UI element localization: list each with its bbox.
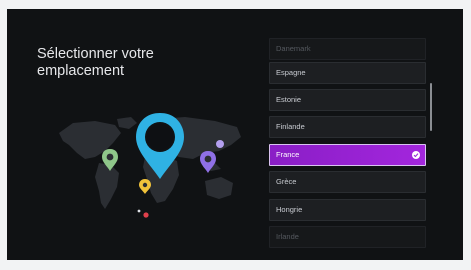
continent-greenland [117, 117, 137, 129]
country-item-hongrie[interactable]: Hongrie [269, 199, 426, 221]
country-label: Espagne [276, 68, 306, 77]
yellow-pin-icon [139, 179, 151, 194]
country-item-irlande[interactable]: Irlande [269, 226, 426, 248]
country-item-france[interactable]: France [269, 144, 426, 166]
country-item-finlande[interactable]: Finlande [269, 116, 426, 138]
country-item-estonie[interactable]: Estonie [269, 89, 426, 111]
country-item-grece[interactable]: Grèce [269, 171, 426, 193]
world-map-illustration [59, 113, 241, 218]
country-list[interactable]: Danemark Espagne Estonie Finlande France… [269, 38, 429, 252]
country-item-danemark[interactable]: Danemark [269, 38, 426, 60]
continent-south-america [95, 163, 119, 209]
country-label: Estonie [276, 95, 302, 104]
location-dot-red [143, 212, 149, 218]
check-circle-icon [412, 151, 420, 159]
continent-australia [205, 177, 233, 199]
page-title-line-1: Sélectionner votre [37, 46, 154, 62]
country-label: Finlande [276, 122, 305, 131]
country-label: France [276, 150, 300, 159]
page-title-line-2: emplacement [37, 63, 125, 79]
country-label: Grèce [276, 177, 297, 186]
location-dot-lilac [216, 140, 224, 148]
tv-screen: Sélectionner votre emplacement Danemark … [7, 9, 463, 260]
country-label: Irlande [276, 232, 299, 241]
country-label: Danemark [276, 44, 311, 53]
country-label: Hongrie [276, 205, 303, 214]
list-scrollbar[interactable] [430, 83, 432, 131]
country-item-espagne[interactable]: Espagne [269, 62, 426, 84]
location-dot-white [137, 209, 141, 213]
page-title: Sélectionner votre emplacement [37, 46, 247, 80]
